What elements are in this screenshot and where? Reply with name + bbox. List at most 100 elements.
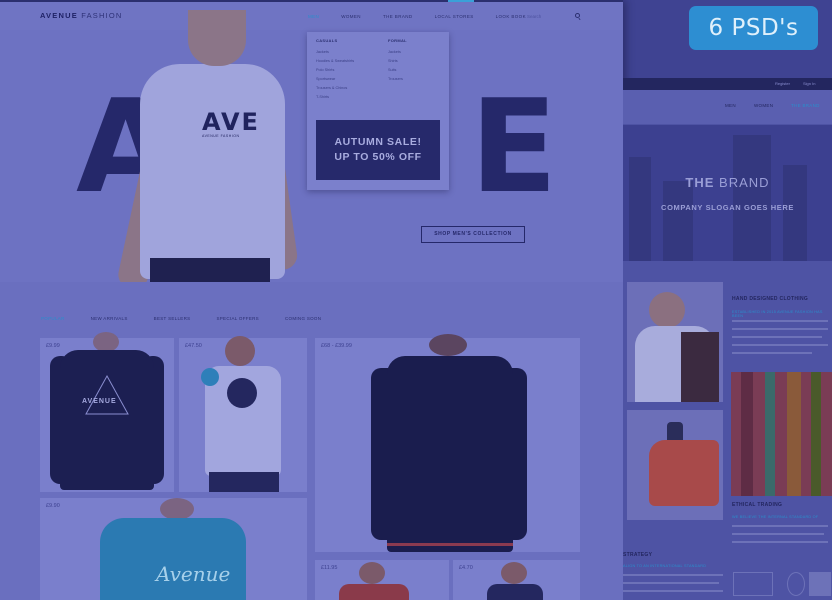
- main-page-preview: AVENUE FASHION MEN WOMEN THE BRAND LOCAL…: [0, 0, 623, 600]
- product-price: £47.50: [185, 343, 202, 349]
- dropdown-item[interactable]: Sportswear: [316, 77, 354, 81]
- tab-special-offers[interactable]: Special Offers: [216, 316, 259, 321]
- product-price: £4.70: [459, 565, 473, 571]
- section-subtitle: ALIGN TO AN INTERNATIONAL STANDARD: [623, 564, 707, 568]
- sale-line-1: AUTUMN SALE!: [334, 136, 422, 148]
- section-subtitle: ESTABLISHED IN 2015 AVENUE FASHION HAS B…: [732, 310, 823, 318]
- person-head: [649, 292, 685, 328]
- fabric-photo: [731, 372, 832, 496]
- sweater-stripe: [387, 543, 513, 546]
- hero-letter-e: E: [470, 73, 558, 222]
- dropdown-item[interactable]: Jackets: [316, 50, 354, 54]
- product-card[interactable]: £9.90 Avenue: [40, 498, 307, 600]
- side-nav-the-brand[interactable]: THE BRAND: [791, 103, 820, 108]
- product-top: [339, 584, 409, 600]
- nav-item-women[interactable]: WOMEN: [341, 14, 361, 19]
- autumn-sale-promo[interactable]: AUTUMN SALE! UP TO 50% OFF: [316, 120, 440, 180]
- tab-popular[interactable]: Popular: [41, 316, 65, 321]
- top-accent-line: [0, 0, 623, 2]
- text-line: [623, 574, 723, 576]
- register-link[interactable]: Register: [775, 81, 790, 86]
- portrait-print-icon: [227, 378, 257, 408]
- dropdown-item[interactable]: Shirts: [388, 59, 407, 63]
- seal-logo-icon: [787, 572, 805, 596]
- model-head: [429, 334, 467, 356]
- section-title: ETHICAL TRADING: [732, 502, 783, 508]
- text-line: [732, 328, 828, 330]
- nav-item-men[interactable]: MEN: [308, 14, 319, 19]
- mannequin-photo: [627, 410, 723, 520]
- psd-count-badge: 6 PSD's: [689, 6, 818, 50]
- product-card[interactable]: £68 - £39.99: [315, 334, 580, 552]
- dropdown-item[interactable]: T-Shirts: [316, 95, 354, 99]
- search-icon[interactable]: [575, 13, 580, 18]
- text-line: [732, 320, 828, 322]
- dropdown-item[interactable]: Trousers & Chinos: [316, 86, 354, 90]
- shirt-print-text: Avenue: [156, 562, 231, 586]
- section-title: STRATEGY: [623, 552, 653, 558]
- nav-item-look-book[interactable]: LOOK BOOK: [496, 14, 526, 19]
- badge-logo-icon: [809, 572, 831, 596]
- product-price: £11.95: [321, 565, 338, 571]
- text-line: [732, 525, 828, 527]
- site-logo[interactable]: AVENUE FASHION: [40, 11, 123, 20]
- hero-model-tshirt: [140, 64, 285, 279]
- product-sweater: [387, 356, 513, 552]
- model-jeans: [209, 472, 279, 492]
- model-head: [359, 562, 385, 584]
- text-line: [623, 582, 719, 584]
- model-head: [225, 336, 255, 366]
- tab-new-arrivals[interactable]: New Arrivals: [91, 316, 128, 321]
- building-shape: [663, 181, 693, 261]
- fabric-stripe: [741, 372, 753, 496]
- shop-mens-collection-button[interactable]: SHOP MEN'S COLLECTION: [421, 226, 525, 243]
- product-top: [487, 584, 543, 600]
- text-line: [623, 590, 723, 592]
- nav-item-local-stores[interactable]: LOCAL STORES: [435, 14, 474, 19]
- dropdown-item[interactable]: Hoodies & Sweatshirts: [316, 59, 354, 63]
- dropdown-heading: Formal: [388, 38, 407, 43]
- product-tabs: Popular New Arrivals Best Sellers Specia…: [41, 316, 347, 321]
- text-line: [732, 344, 828, 346]
- dropdown-item[interactable]: Polo Shirts: [316, 68, 354, 72]
- product-price: £68 - £39.99: [321, 343, 352, 349]
- signature-logo-icon: [733, 572, 773, 596]
- product-card[interactable]: £11.95: [315, 560, 449, 600]
- brand-slogan: COMPANY SLOGAN GOES HERE: [661, 203, 794, 212]
- product-card[interactable]: £47.50: [179, 336, 307, 492]
- dropdown-column-formal: Formal Jackets Shirts Suits Trousers: [388, 38, 407, 86]
- product-card[interactable]: £4.70: [453, 560, 580, 600]
- hero-model-head: [188, 10, 246, 66]
- triangle-print-icon: [85, 374, 129, 415]
- designer-photo: [627, 282, 723, 402]
- text-line: [732, 352, 812, 354]
- product-shirt: [100, 518, 246, 600]
- product-card[interactable]: £9.99 AVENUE: [40, 332, 174, 492]
- fabric-stripe: [787, 372, 801, 496]
- text-line: [732, 541, 828, 543]
- search-input[interactable]: Search: [527, 14, 541, 19]
- tab-best-sellers[interactable]: Best Sellers: [154, 316, 191, 321]
- side-nav-women[interactable]: WOMEN: [754, 103, 773, 108]
- side-nav-men[interactable]: MEN: [725, 103, 736, 108]
- dropdown-column-casuals: Casuals Jackets Hoodies & Sweatshirts Po…: [316, 38, 354, 104]
- model-head: [160, 498, 194, 520]
- building-shape: [733, 135, 771, 261]
- dropdown-heading: Casuals: [316, 38, 338, 43]
- brand-banner: [623, 125, 832, 261]
- shirt-print-text: AVENUE: [82, 398, 117, 405]
- brand-page-preview: Register Sign In MEN WOMEN THE BRAND THE…: [623, 78, 832, 600]
- product-price: £9.99: [46, 343, 60, 349]
- tab-coming-soon[interactable]: Coming Soon: [285, 316, 321, 321]
- dropdown-item[interactable]: Trousers: [388, 77, 407, 81]
- section-subtitle: WE BELIEVE THE INTERNAL STANDARD OF: [732, 515, 819, 519]
- brand-title: THE BRAND: [685, 175, 770, 190]
- section-title: HAND DESIGNED CLOTHING: [732, 296, 809, 302]
- tshirt-print-sub: AVENUE FASHION: [202, 134, 240, 138]
- nav-item-the-brand[interactable]: THE BRAND: [383, 14, 413, 19]
- sign-in-link[interactable]: Sign In: [803, 81, 815, 86]
- top-strip: Register Sign In: [623, 78, 832, 90]
- dropdown-item[interactable]: Jackets: [388, 50, 407, 54]
- product-price: £9.90: [46, 503, 60, 509]
- dropdown-item[interactable]: Suits: [388, 68, 407, 72]
